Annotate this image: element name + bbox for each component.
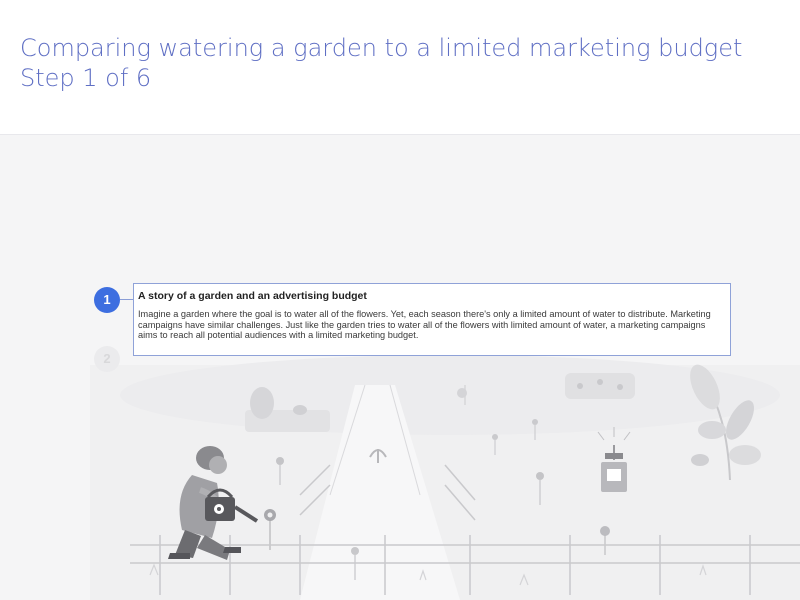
- page-header: Comparing watering a garden to a limited…: [0, 0, 800, 135]
- step-2-indicator[interactable]: 2: [94, 346, 120, 372]
- step-card-body: Imagine a garden where the goal is to wa…: [138, 309, 711, 340]
- illustration-stage: [0, 135, 800, 600]
- hedge-right-icon: [565, 373, 635, 399]
- garden-illustration: [90, 355, 800, 600]
- step-counter: Step 1 of 6: [20, 64, 152, 92]
- step-card-title: A story of a garden and an advertising b…: [138, 290, 367, 302]
- step-card: A story of a garden and an advertising b…: [133, 283, 731, 356]
- page-title: Comparing watering a garden to a limited…: [20, 34, 743, 62]
- step-1-indicator[interactable]: 1: [94, 287, 120, 313]
- step-connector: [120, 299, 134, 300]
